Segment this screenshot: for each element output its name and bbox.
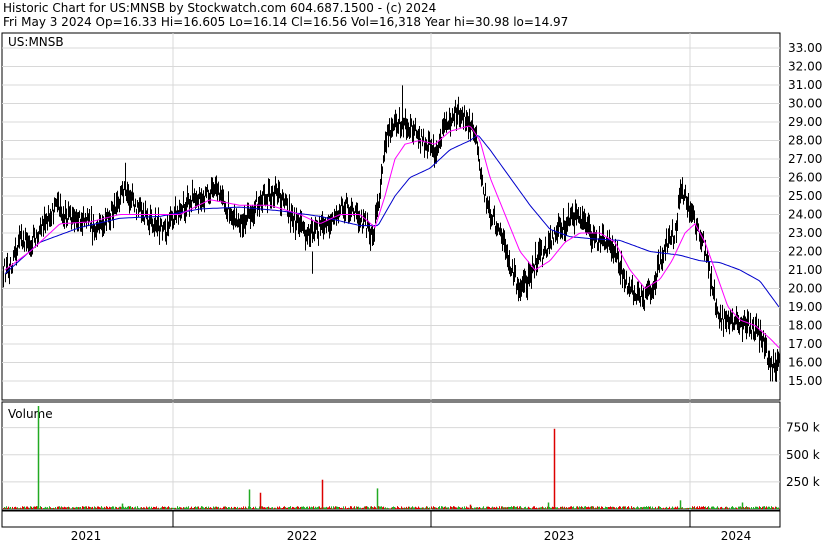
year-label: 2023 (544, 529, 575, 543)
volume-label: Volume (8, 407, 53, 421)
price-tick-label: 31.00 (788, 78, 822, 92)
symbol-label: US:MNSB (8, 35, 64, 49)
chart-stage: Historic Chart for US:MNSB by Stockwatch… (0, 0, 830, 543)
price-tick-label: 29.00 (788, 115, 822, 129)
price-tick-label: 27.00 (788, 152, 822, 166)
price-tick-label: 26.00 (788, 171, 822, 185)
volume-tick-label: 500 k (786, 448, 820, 462)
price-tick-label: 32.00 (788, 60, 822, 74)
price-tick-label: 33.00 (788, 41, 822, 55)
volume-tick-label: 750 k (786, 421, 820, 435)
year-label: 2024 (721, 529, 752, 543)
year-label: 2022 (287, 529, 318, 543)
volume-panel (1, 401, 781, 511)
price-tick-label: 21.00 (788, 263, 822, 277)
price-tick-label: 28.00 (788, 134, 822, 148)
price-panel (1, 32, 781, 401)
price-tick-label: 18.00 (788, 319, 822, 333)
volume-tick-label: 250 k (786, 475, 820, 489)
price-tick-label: 23.00 (788, 226, 822, 240)
price-tick-label: 24.00 (788, 208, 822, 222)
price-tick-label: 15.00 (788, 374, 822, 388)
year-label: 2021 (71, 529, 102, 543)
price-tick-label: 16.00 (788, 356, 822, 370)
date-axis-strip (1, 510, 781, 528)
price-tick-label: 22.00 (788, 245, 822, 259)
price-tick-label: 17.00 (788, 337, 822, 351)
price-tick-label: 19.00 (788, 300, 822, 314)
price-tick-label: 25.00 (788, 189, 822, 203)
stock-chart: 33.00 32.00 31.00 30.00 29.00 28.00 27.00 26.00… (1, 32, 822, 543)
price-tick-label: 30.00 (788, 97, 822, 111)
price-tick-label: 20.00 (788, 282, 822, 296)
